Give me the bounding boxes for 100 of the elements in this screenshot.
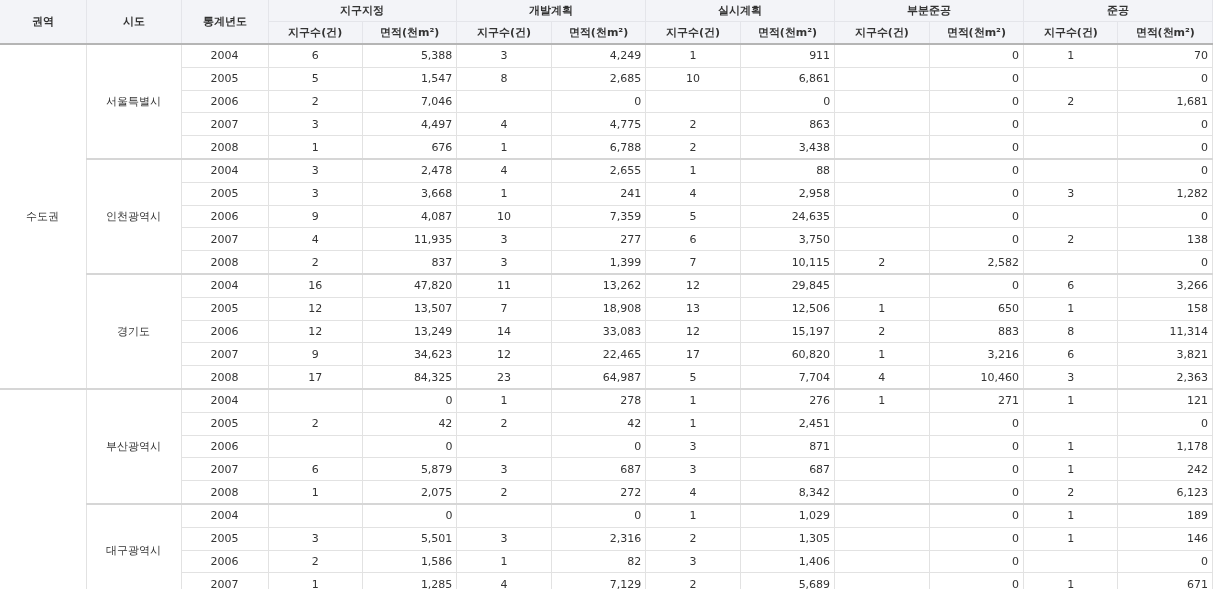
table-cell: 1	[1067, 302, 1075, 316]
table-cell: 0	[1012, 462, 1019, 476]
table-cell: 2	[878, 324, 886, 338]
table-cell: 276	[809, 394, 831, 408]
year-cell: 2006	[210, 324, 239, 338]
table-cell: 6,861	[798, 72, 831, 86]
year-cell: 2004	[210, 509, 239, 523]
table-cell: 4,087	[420, 209, 453, 223]
table-cell: 12	[685, 324, 700, 338]
column-header: 면적(천m²)	[380, 26, 440, 39]
table-cell: 3	[1067, 187, 1075, 201]
table-cell: 6	[311, 462, 319, 476]
table-cell: 1,029	[798, 509, 831, 523]
column-header: 면적(천m²)	[568, 26, 629, 39]
table-cell: 2	[311, 417, 319, 431]
table-cell: 871	[809, 439, 831, 453]
year-cell: 2004	[210, 164, 239, 178]
table-cell: 1	[1067, 532, 1075, 546]
year-cell: 2008	[210, 485, 239, 499]
table-cell: 64,987	[602, 370, 642, 384]
table-cell: 13,262	[602, 279, 642, 293]
table-cell: 6,788	[609, 140, 642, 154]
column-header: 면적(천m²)	[1135, 26, 1195, 39]
table-cell: 4	[500, 117, 508, 131]
table-cell: 650	[998, 302, 1019, 316]
year-cell: 2008	[210, 370, 239, 384]
table-cell: 10	[685, 72, 700, 86]
table-cell: 0	[445, 394, 453, 408]
table-cell: 0	[1201, 255, 1208, 269]
table-cell: 2	[500, 417, 508, 431]
table-cell: 271	[998, 394, 1019, 408]
table-cell: 9	[311, 347, 319, 361]
table-cell: 60,820	[791, 347, 831, 361]
table-cell: 5	[311, 72, 319, 86]
year-cell: 2007	[210, 347, 239, 361]
table-cell: 1,285	[420, 577, 453, 589]
table-cell: 883	[998, 324, 1019, 338]
table-cell: 3	[311, 187, 319, 201]
table-cell: 2	[1067, 485, 1075, 499]
table-cell: 0	[1201, 72, 1208, 86]
table-cell: 1	[500, 554, 508, 568]
table-cell: 1	[878, 347, 886, 361]
table-cell: 3,266	[1176, 279, 1208, 293]
column-header: 지구수(건)	[1043, 26, 1098, 39]
year-cell: 2005	[210, 72, 239, 86]
year-cell: 2006	[210, 95, 239, 108]
table-cell: 13	[685, 302, 700, 316]
table-cell: 0	[1012, 209, 1019, 223]
table-cell: 146	[1187, 532, 1208, 546]
year-cell: 2006	[210, 439, 239, 453]
table-cell: 2	[1067, 232, 1075, 246]
city-label: 인천광역시	[106, 209, 161, 223]
table-cell: 5,879	[420, 462, 453, 476]
table-cell: 3	[500, 232, 508, 246]
table-cell: 3,216	[987, 347, 1019, 361]
table-cell: 1,547	[420, 72, 453, 86]
table-cell: 1	[689, 164, 697, 178]
table-cell: 241	[620, 187, 642, 201]
year-cell: 2004	[210, 49, 239, 63]
table-cell: 0	[1012, 279, 1019, 293]
table-cell: 8,342	[798, 485, 831, 499]
table-cell: 0	[634, 439, 642, 453]
table-cell: 0	[1201, 164, 1208, 178]
column-group-header: 부분준공	[907, 4, 952, 17]
table-cell: 3	[500, 49, 508, 63]
column-group-header: 지구지정	[340, 4, 385, 17]
table-cell: 42	[627, 417, 642, 431]
table-cell: 42	[438, 417, 453, 431]
column-group-header: 실시계획	[718, 4, 763, 17]
table-cell: 1	[689, 417, 697, 431]
table-cell: 84,325	[413, 370, 453, 384]
table-cell: 4	[311, 232, 319, 246]
table-cell: 4	[689, 187, 697, 201]
table-cell: 0	[1012, 577, 1019, 589]
city-label: 경기도	[117, 324, 150, 338]
year-cell: 2008	[210, 255, 239, 269]
table-cell: 1,305	[798, 532, 831, 546]
year-cell: 2005	[210, 302, 239, 316]
table-cell: 189	[1187, 509, 1208, 523]
table-cell: 3	[689, 439, 697, 453]
column-group-header: 준공	[1107, 4, 1129, 17]
table-cell: 1	[311, 485, 319, 499]
table-cell: 1	[1067, 509, 1075, 523]
table-cell: 24,635	[791, 209, 831, 223]
table-cell: 10,115	[791, 255, 831, 269]
table-cell: 29,845	[791, 279, 831, 293]
table-cell: 1	[1067, 577, 1075, 589]
column-header: 지구수(건)	[854, 26, 909, 39]
table-cell: 3	[500, 255, 508, 269]
table-cell: 11,314	[1169, 324, 1208, 338]
table-cell: 3	[689, 554, 697, 568]
table-cell: 2	[311, 554, 319, 568]
table-cell: 1	[878, 394, 886, 408]
table-cell: 0	[823, 95, 831, 108]
table-cell: 911	[809, 49, 831, 63]
table-cell: 23	[497, 370, 512, 384]
table-cell: 1	[689, 394, 697, 408]
table-cell: 5,501	[420, 532, 453, 546]
table-cell: 2	[689, 532, 697, 546]
table-cell: 2,685	[609, 72, 642, 86]
